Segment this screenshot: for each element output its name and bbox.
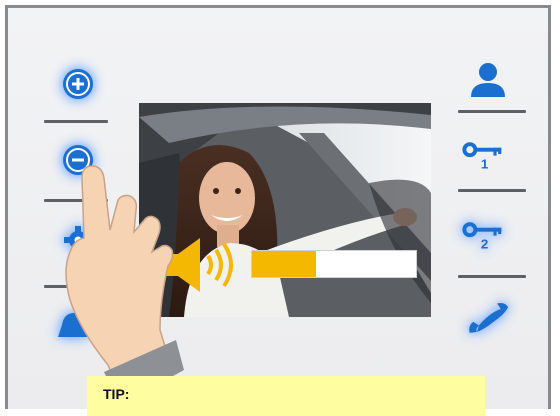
phone-handset-icon	[469, 303, 509, 333]
left-divider	[44, 285, 108, 288]
tip-label: TIP:	[103, 386, 130, 402]
volume-up-button[interactable]	[56, 62, 100, 106]
volume-level-fill	[252, 251, 316, 277]
bell-icon	[58, 313, 88, 337]
right-divider	[458, 275, 526, 278]
key-1-icon: 1	[462, 142, 502, 172]
volume-down-button[interactable]	[56, 138, 100, 182]
minus-circle-icon	[63, 145, 93, 175]
hang-up-button[interactable]	[466, 298, 510, 342]
key-2-icon: 2	[462, 222, 502, 252]
right-divider	[458, 110, 526, 113]
tip-box: TIP:	[87, 376, 485, 416]
key-1-button[interactable]: 1	[462, 134, 506, 178]
key-number-label: 1	[481, 157, 489, 172]
person-icon	[471, 63, 505, 97]
plus-circle-icon	[63, 69, 93, 99]
left-divider	[44, 120, 108, 123]
left-divider	[44, 199, 108, 202]
speaker-icon	[162, 238, 233, 292]
right-divider	[458, 189, 526, 192]
contacts-button[interactable]	[466, 58, 510, 102]
settings-button[interactable]	[56, 218, 100, 262]
gear-icon	[64, 226, 92, 254]
bell-button[interactable]	[50, 302, 94, 346]
key-2-button[interactable]: 2	[462, 214, 506, 258]
volume-level-bar	[251, 250, 417, 278]
key-number-label: 2	[481, 237, 488, 252]
